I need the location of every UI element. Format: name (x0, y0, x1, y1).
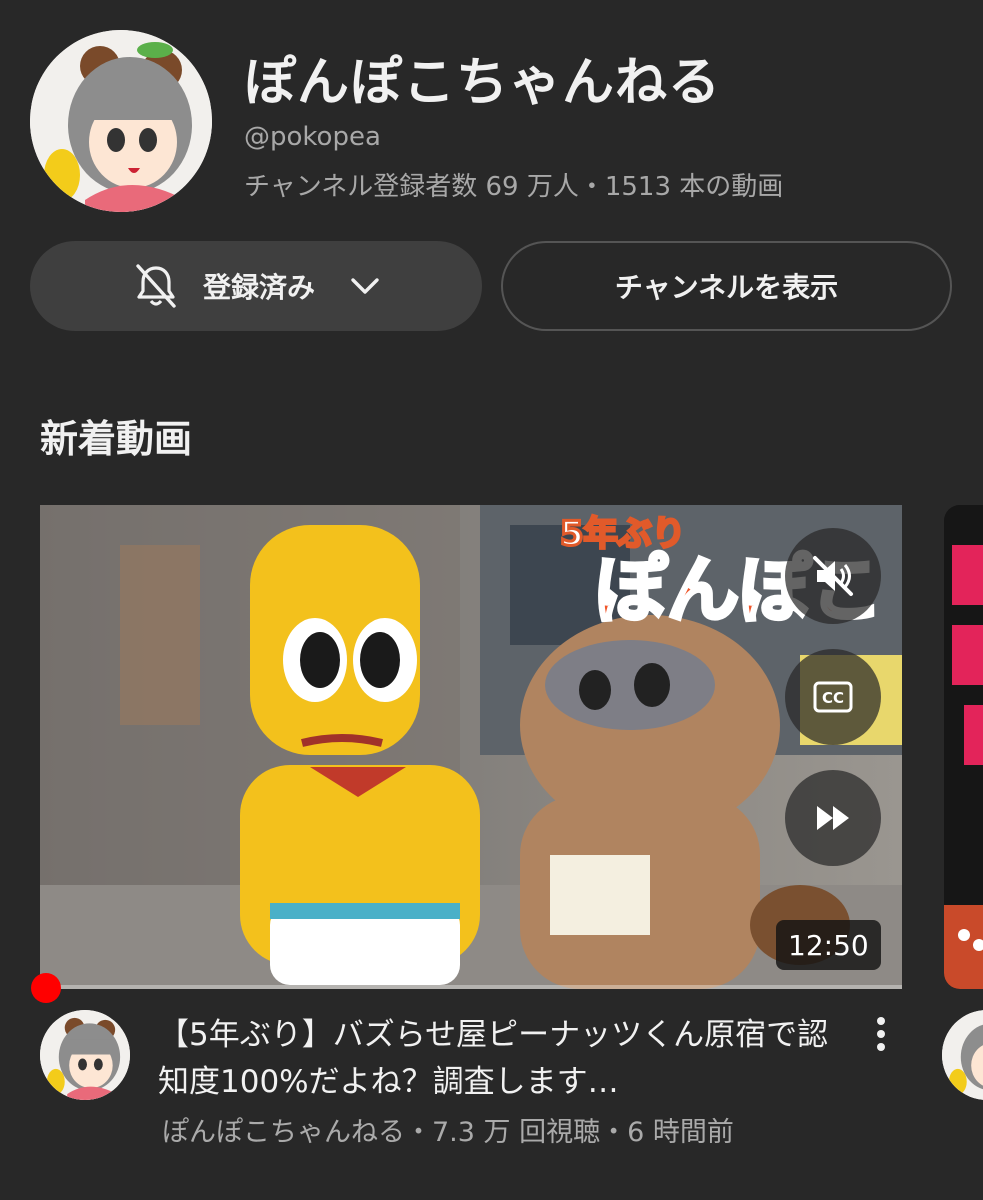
video-thumbnail[interactable]: 5年ぶり ぽんぽこ (40, 505, 902, 989)
fast-forward-icon (817, 806, 849, 830)
section-title: 新着動画 (40, 417, 193, 461)
next-video-thumbnail-image (944, 505, 983, 989)
subscribed-button[interactable]: 登録済み (30, 241, 482, 331)
chevron-down-icon (351, 278, 379, 294)
more-options-button[interactable] (866, 1014, 896, 1054)
subscribed-label: 登録済み (202, 271, 315, 304)
video-channel-avatar-illustration (40, 1010, 130, 1100)
more-vert-icon (877, 1017, 885, 1051)
view-channel-button[interactable]: チャンネルを表示 (501, 241, 952, 331)
next-video-thumbnail[interactable] (944, 505, 983, 989)
video-progress-bar[interactable] (40, 985, 902, 989)
next-video-channel-avatar-illustration (942, 1010, 983, 1100)
fast-forward-button[interactable] (785, 770, 881, 866)
video-meta: ぽんぽこちゃんねる・7.3 万 回視聴・6 時間前 (162, 1117, 734, 1148)
mute-button[interactable] (785, 528, 881, 624)
mute-icon (813, 556, 853, 596)
channel-avatar[interactable] (30, 30, 212, 212)
video-duration: 12:50 (776, 920, 881, 970)
video-thumbnail-image: 5年ぶり ぽんぽこ (40, 505, 902, 989)
video-progress-handle[interactable] (31, 973, 61, 1003)
channel-name: ぽんぽこちゃんねる (244, 53, 722, 113)
captions-button[interactable]: CC (785, 649, 881, 745)
next-video-channel-avatar[interactable] (942, 1010, 983, 1100)
channel-avatar-illustration (30, 30, 212, 212)
channel-stats: チャンネル登録者数 69 万人・1513 本の動画 (244, 172, 784, 202)
bell-off-icon (136, 264, 176, 308)
captions-icon: CC (813, 681, 853, 713)
video-title[interactable]: 【5年ぶり】バズらせ屋ピーナッツくん原宿で認知度100%だよね？調査します… (158, 1012, 848, 1106)
svg-text:CC: CC (822, 689, 844, 707)
channel-handle: @pokopea (244, 122, 381, 152)
video-channel-avatar[interactable] (40, 1010, 130, 1100)
